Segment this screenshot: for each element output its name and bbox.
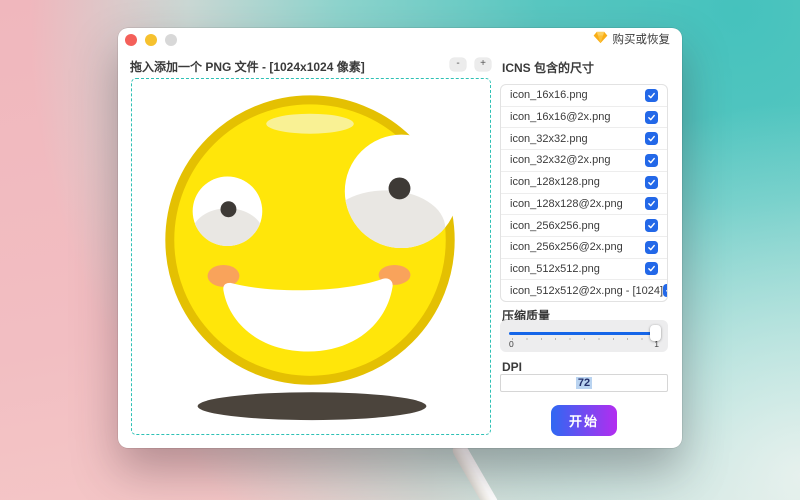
size-row: icon_16x16.png <box>501 85 667 106</box>
size-row: icon_16x16@2x.png <box>501 106 667 128</box>
buy-restore-button[interactable]: 购买或恢复 <box>593 31 671 47</box>
size-checkbox[interactable] <box>645 154 658 167</box>
check-icon <box>647 264 656 273</box>
slider-max-label: 1 <box>654 339 659 349</box>
drop-zone[interactable] <box>131 78 491 435</box>
size-row: icon_256x256.png <box>501 214 667 236</box>
smiley-image <box>132 79 490 434</box>
size-label: icon_256x256@2x.png <box>510 241 623 253</box>
size-checkbox[interactable] <box>645 241 658 254</box>
size-list: icon_16x16.png icon_16x16@2x.png icon_32… <box>500 84 668 302</box>
size-label: icon_512x512.png <box>510 263 600 275</box>
size-label: icon_512x512@2x.png - [1024] <box>510 285 663 297</box>
zoom-button <box>165 34 177 46</box>
size-checkbox[interactable] <box>645 197 658 210</box>
quality-slider[interactable]: 0 1 <box>500 320 668 352</box>
check-icon <box>665 286 668 295</box>
zoom-in-button[interactable]: + <box>475 58 491 71</box>
size-label: icon_16x16.png <box>510 89 588 101</box>
slider-ticks <box>512 338 656 340</box>
sizes-header: ICNS 包含的尺寸 <box>502 59 594 76</box>
slider-min-label: 0 <box>509 339 514 349</box>
size-row: icon_128x128@2x.png <box>501 193 667 215</box>
drop-hint-title: 拖入添加一个 PNG 文件 - [1024x1024 像素] <box>130 58 365 75</box>
dpi-value: 72 <box>576 377 592 389</box>
size-row: icon_32x32@2x.png <box>501 149 667 171</box>
size-row: icon_256x256@2x.png <box>501 236 667 258</box>
check-icon <box>647 113 656 122</box>
size-row: icon_32x32.png <box>501 127 667 149</box>
size-checkbox[interactable] <box>645 219 658 232</box>
check-icon <box>647 156 656 165</box>
close-button[interactable] <box>125 34 137 46</box>
check-icon <box>647 199 656 208</box>
size-checkbox[interactable] <box>645 89 658 102</box>
size-checkbox[interactable] <box>645 176 658 189</box>
size-row: icon_512x512@2x.png - [1024] <box>501 279 667 301</box>
size-label: icon_16x16@2x.png <box>510 111 610 123</box>
check-icon <box>647 221 656 230</box>
minimize-button[interactable] <box>145 34 157 46</box>
buy-restore-label: 购买或恢复 <box>613 31 671 47</box>
size-label: icon_128x128.png <box>510 176 600 188</box>
zoom-out-button[interactable]: - <box>450 58 466 71</box>
size-checkbox[interactable] <box>645 262 658 275</box>
size-label: icon_128x128@2x.png <box>510 198 623 210</box>
size-row: icon_512x512.png <box>501 258 667 280</box>
dpi-label: DPI <box>502 360 522 374</box>
app-window: 购买或恢复 拖入添加一个 PNG 文件 - [1024x1024 像素] - + <box>118 28 682 448</box>
slider-track[interactable] <box>509 332 659 335</box>
check-icon <box>647 178 656 187</box>
size-checkbox[interactable] <box>645 111 658 124</box>
size-label: icon_256x256.png <box>510 220 600 232</box>
dpi-input[interactable]: 72 <box>500 374 668 392</box>
traffic-lights <box>125 34 177 46</box>
size-label: icon_32x32@2x.png <box>510 154 610 166</box>
size-label: icon_32x32.png <box>510 133 588 145</box>
check-icon <box>647 91 656 100</box>
start-button[interactable]: 开始 <box>551 405 617 436</box>
check-icon <box>647 134 656 143</box>
gem-icon <box>593 31 608 47</box>
size-checkbox[interactable] <box>645 132 658 145</box>
size-checkbox[interactable] <box>663 284 668 297</box>
size-row: icon_128x128.png <box>501 171 667 193</box>
check-icon <box>647 243 656 252</box>
